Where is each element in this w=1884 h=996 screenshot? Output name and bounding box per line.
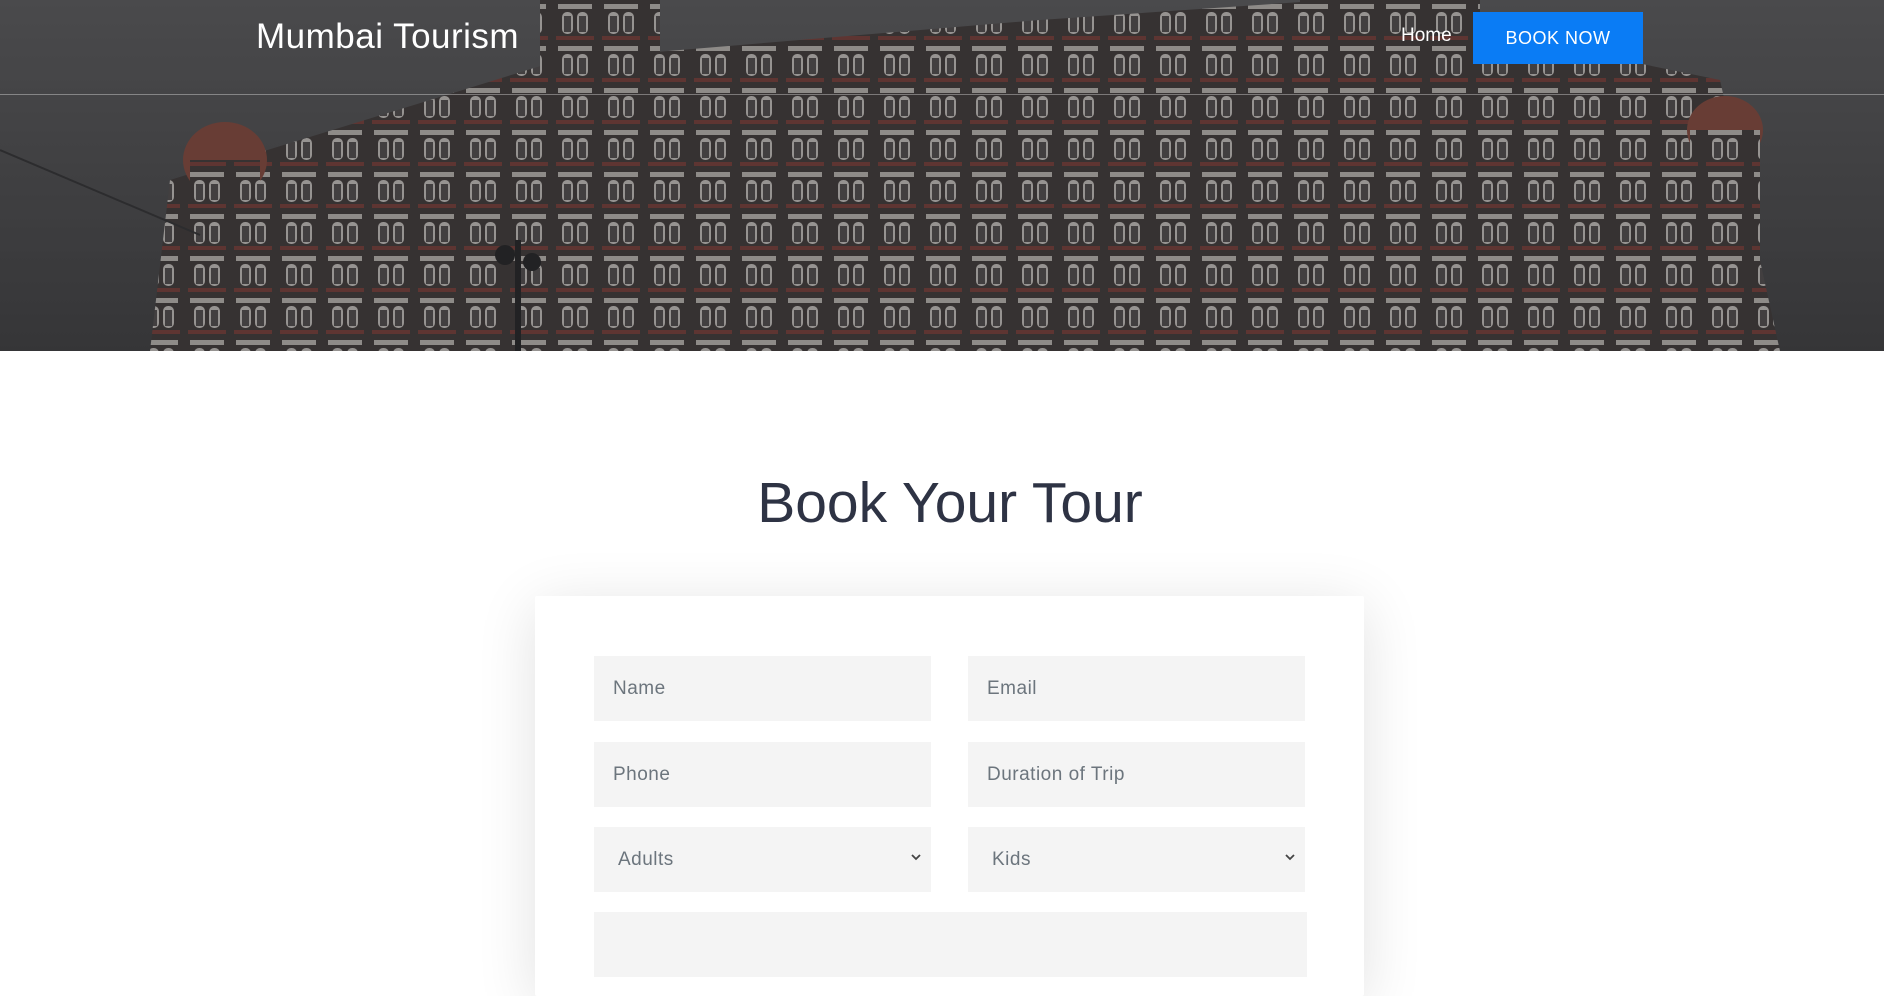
booking-form-card: Adults Kids — [535, 596, 1364, 996]
kids-select-value: Kids — [992, 848, 1031, 870]
email-input[interactable] — [968, 656, 1305, 721]
book-now-button[interactable]: BOOK NOW — [1473, 12, 1643, 64]
navbar: Mumbai Tourism Home BOOK NOW — [0, 0, 1884, 95]
brand-logo-link[interactable]: Mumbai Tourism — [256, 17, 519, 57]
kids-select[interactable]: Kids — [968, 827, 1305, 892]
booking-title: Book Your Tour — [757, 471, 1143, 535]
adults-select-value: Adults — [618, 848, 674, 870]
nav-link-home[interactable]: Home — [1401, 25, 1452, 47]
adults-select[interactable]: Adults — [594, 827, 931, 892]
additional-field[interactable] — [594, 912, 1307, 977]
chevron-down-icon — [1285, 854, 1295, 861]
phone-input[interactable] — [594, 742, 931, 807]
hero-banner: Mumbai Tourism Home BOOK NOW — [0, 0, 1884, 351]
name-input[interactable] — [594, 656, 931, 721]
duration-input[interactable] — [968, 742, 1305, 807]
chevron-down-icon — [911, 854, 921, 861]
